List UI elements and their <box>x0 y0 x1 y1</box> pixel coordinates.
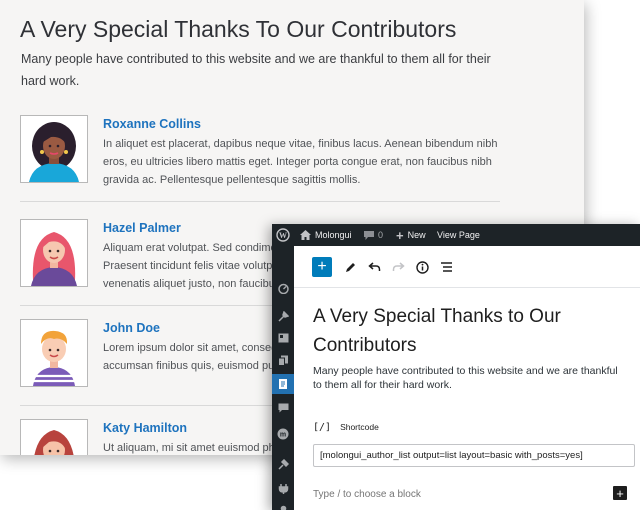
add-block-button[interactable]: + <box>613 486 627 500</box>
list-view-icon <box>440 262 452 272</box>
info-icon <box>415 260 429 274</box>
site-name-link[interactable]: Molongui <box>300 224 352 246</box>
avatar-katy-icon <box>21 420 87 455</box>
new-content-menu[interactable]: + New <box>396 224 426 246</box>
author-avatar[interactable] <box>20 115 88 183</box>
undo-icon <box>367 262 380 271</box>
site-name: Molongui <box>315 230 352 240</box>
divider <box>20 201 500 202</box>
editor-toolbar: + <box>294 246 640 288</box>
comments-link[interactable]: 0 <box>364 224 383 246</box>
paragraph-block[interactable]: Many people have contributed to this web… <box>313 364 628 392</box>
svg-text:W: W <box>279 231 287 240</box>
redo-button[interactable] <box>388 257 408 277</box>
tools-button[interactable] <box>340 257 360 277</box>
view-page-label: View Page <box>437 230 480 240</box>
pencil-icon <box>345 262 355 272</box>
view-page-link[interactable]: View Page <box>437 224 480 246</box>
molongui-icon[interactable]: m <box>272 426 294 442</box>
shortcode-input[interactable]: [molongui_author_list output=list layout… <box>313 444 635 467</box>
comments-count: 0 <box>378 230 384 240</box>
new-label: New <box>407 230 426 240</box>
shortcode-value: [molongui_author_list output=list layout… <box>320 450 583 461</box>
author-avatar[interactable] <box>20 219 88 287</box>
pages-icon[interactable] <box>272 352 294 368</box>
plus-icon: + <box>616 485 624 501</box>
appearance-icon[interactable] <box>272 456 294 472</box>
admin-sidebar: m <box>272 246 294 510</box>
svg-text:m: m <box>280 432 286 439</box>
plus-icon: + <box>317 258 327 275</box>
admin-bar: W Molongui 0 + New View Page <box>272 224 640 246</box>
block-inserter-button[interactable]: + <box>312 257 332 277</box>
author-avatar[interactable] <box>20 419 88 455</box>
author-bio: In aliquet est placerat, dapibus neque v… <box>103 138 498 186</box>
author-name-link[interactable]: Katy Hamilton <box>103 421 187 435</box>
avatar-roxanne-icon <box>21 116 87 182</box>
comments-icon[interactable] <box>272 400 294 416</box>
list-view-button[interactable] <box>436 257 456 277</box>
shortcode-label-text: Shortcode <box>340 422 379 432</box>
dashboard-icon[interactable] <box>272 280 294 296</box>
undo-button[interactable] <box>364 257 384 277</box>
author-item: Roxanne Collins In aliquet est placerat,… <box>20 115 500 205</box>
avatar-john-icon <box>21 320 87 386</box>
redo-icon <box>392 262 405 271</box>
author-avatar[interactable] <box>20 319 88 387</box>
plus-icon: + <box>396 227 404 243</box>
author-name-link[interactable]: Roxanne Collins <box>103 117 201 131</box>
author-name-link[interactable]: Hazel Palmer <box>103 221 181 235</box>
page-intro: Many people have contributed to this web… <box>21 52 491 88</box>
author-name-link[interactable]: John Doe <box>103 321 160 335</box>
post-title[interactable]: A Very Special Thanks to Our Contributor… <box>313 302 623 360</box>
home-icon <box>300 230 311 240</box>
media-icon[interactable] <box>272 330 294 346</box>
pin-icon[interactable] <box>272 308 294 324</box>
page-title: A Very Special Thanks To Our Contributor… <box>20 16 457 42</box>
details-button[interactable] <box>412 257 432 277</box>
plugins-icon[interactable] <box>272 480 294 496</box>
shortcode-icon: [/] <box>313 421 332 433</box>
users-icon[interactable] <box>272 502 294 510</box>
block-appender-placeholder[interactable]: Type / to choose a block <box>313 489 421 500</box>
wordpress-logo-icon[interactable]: W <box>276 224 290 246</box>
block-editor-window: W Molongui 0 + New View Page m + A Very … <box>272 224 640 510</box>
avatar-hazel-icon <box>21 220 87 286</box>
posts-icon[interactable] <box>272 374 294 394</box>
comment-bubble-icon <box>364 230 374 240</box>
shortcode-block-label: [/] Shortcode <box>313 420 379 434</box>
